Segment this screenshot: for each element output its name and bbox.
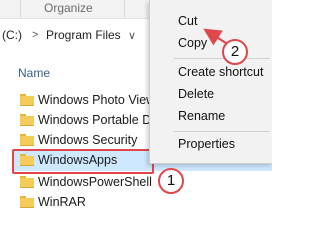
menu-item-properties[interactable]: Properties — [150, 134, 272, 154]
selection-highlight-annotation — [12, 149, 154, 174]
file-row[interactable]: WinRAR — [14, 193, 272, 213]
ribbon-divider — [124, 0, 125, 18]
menu-item-label: Rename — [178, 109, 226, 123]
ribbon-organize-label[interactable]: Organize — [44, 1, 93, 15]
menu-item-copy[interactable]: Copy — [150, 33, 272, 53]
file-row[interactable]: WindowsPowerShell — [14, 173, 272, 193]
menu-item-delete[interactable]: Delete — [150, 84, 272, 104]
callout-number-2: 2 — [222, 39, 248, 65]
breadcrumb-separator[interactable]: > — [32, 29, 38, 41]
callout-number-1: 1 — [158, 168, 184, 194]
folder-icon — [20, 176, 34, 188]
explorer-screenshot: Organize (C:) > Program Files ∨ Name Win… — [0, 0, 272, 252]
breadcrumb-folder[interactable]: Program Files — [46, 28, 121, 42]
folder-icon — [20, 196, 34, 208]
menu-item-cut[interactable]: Cut — [150, 11, 272, 31]
menu-separator — [174, 131, 270, 132]
menu-item-rename[interactable]: Rename — [150, 106, 272, 126]
folder-icon — [20, 114, 34, 126]
file-name: Windows Photo Viewer — [38, 93, 167, 107]
folder-icon — [20, 134, 34, 146]
menu-item-create-shortcut[interactable]: Create shortcut — [150, 62, 272, 82]
menu-item-label: Delete — [178, 87, 215, 101]
breadcrumb-drive[interactable]: (C:) — [2, 28, 22, 42]
menu-separator — [174, 58, 270, 59]
file-name: WindowsPowerShell — [38, 175, 152, 189]
file-name: Windows Security — [38, 133, 138, 147]
file-name: WinRAR — [38, 195, 86, 209]
menu-item-label: Create shortcut — [178, 65, 264, 79]
ribbon-divider — [20, 0, 21, 18]
breadcrumb-chevron[interactable]: ∨ — [128, 29, 136, 42]
menu-item-label: Cut — [178, 14, 198, 28]
menu-item-label: Copy — [178, 36, 208, 50]
folder-icon — [20, 94, 34, 106]
menu-item-label: Properties — [178, 137, 235, 151]
column-header-name[interactable]: Name — [18, 66, 50, 80]
context-menu: Cut Copy Create shortcut Delete Rename P… — [149, 0, 272, 164]
